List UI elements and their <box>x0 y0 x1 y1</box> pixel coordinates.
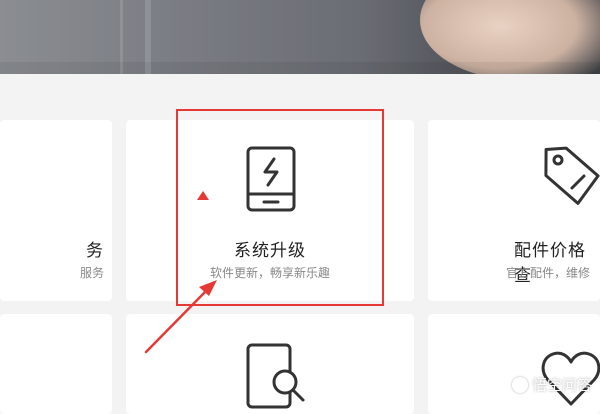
banner-shadow <box>0 62 600 74</box>
card-bottom-left[interactable] <box>0 314 112 414</box>
hero-banner <box>0 0 600 74</box>
service-card[interactable]: 务 服务 <box>0 120 112 301</box>
card-subtitle: 官方配件，维修 <box>506 266 591 280</box>
accessory-price-card[interactable]: 配件价格查 官方配件，维修 <box>428 120 600 301</box>
card-subtitle: 服务 <box>79 266 104 280</box>
card-bottom-right[interactable] <box>428 314 600 414</box>
price-tag-icon <box>544 146 600 205</box>
card-bottom-middle[interactable] <box>126 314 414 414</box>
watermark: 悟空问答 <box>511 374 592 395</box>
pointer-triangle <box>197 191 209 200</box>
wukong-logo-icon <box>511 376 528 393</box>
watermark-text: 悟空问答 <box>531 376 592 394</box>
phone-search-icon <box>246 343 305 409</box>
highlight-box <box>176 109 384 306</box>
card-title: 务 <box>86 241 104 261</box>
